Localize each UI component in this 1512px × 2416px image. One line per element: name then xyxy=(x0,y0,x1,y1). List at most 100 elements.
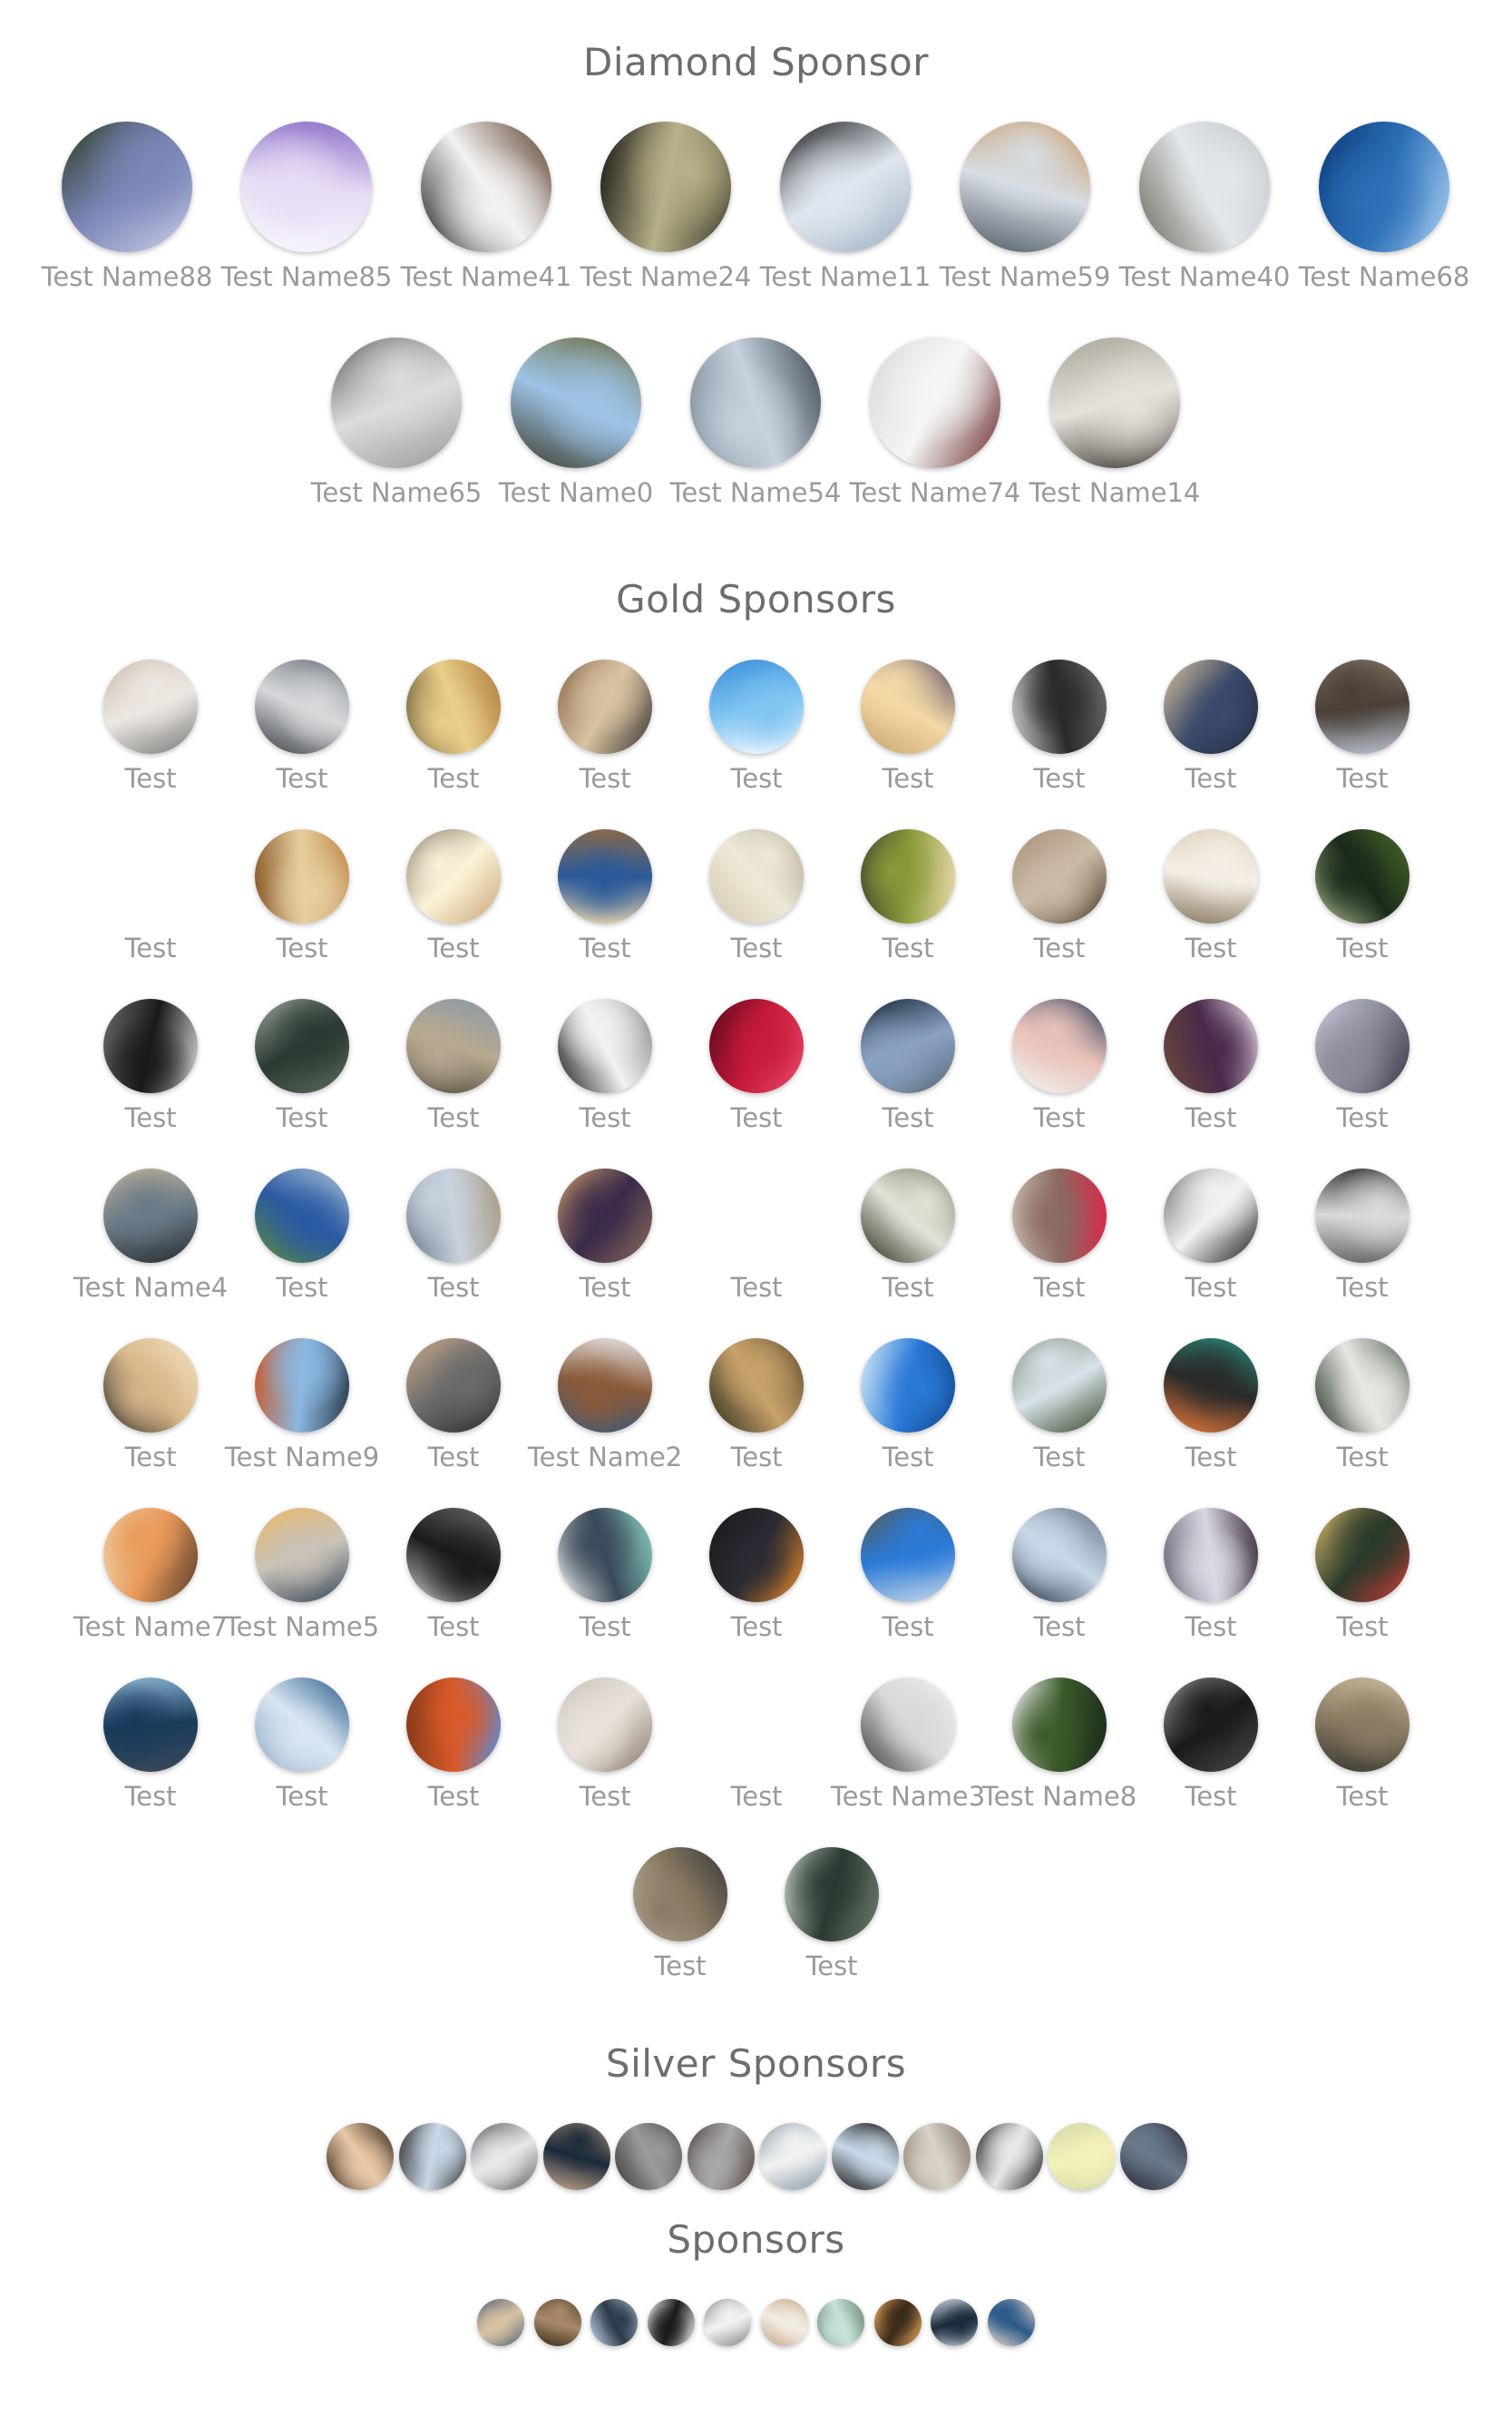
diamond-sponsor[interactable]: Test Name11 xyxy=(756,122,934,292)
small-sponsor[interactable] xyxy=(704,2299,751,2346)
gold-sponsor[interactable]: Test xyxy=(605,1847,756,1981)
small-sponsor[interactable] xyxy=(533,2299,581,2346)
gold-sponsor[interactable]: Test xyxy=(378,1338,529,1472)
silver-sponsor[interactable] xyxy=(615,2123,682,2190)
diamond-sponsor[interactable]: Test Name40 xyxy=(1116,122,1293,292)
gold-sponsor[interactable]: Test Name3 xyxy=(831,1678,985,1812)
gold-sponsor[interactable]: Test xyxy=(227,829,377,963)
gold-sponsor[interactable]: Test xyxy=(75,1338,226,1472)
gold-sponsor[interactable]: Test Name8 xyxy=(982,1678,1136,1812)
gold-sponsor[interactable]: Test xyxy=(75,1678,226,1812)
gold-sponsor[interactable]: Test xyxy=(378,1678,529,1812)
small-sponsor[interactable] xyxy=(931,2299,978,2346)
gold-sponsor[interactable]: Test xyxy=(1287,660,1438,794)
gold-sponsor[interactable]: Test xyxy=(681,1338,832,1472)
gold-sponsor[interactable]: Test xyxy=(833,999,983,1133)
gold-sponsor[interactable]: Test xyxy=(378,999,529,1133)
gold-sponsor[interactable]: Test xyxy=(227,1169,377,1303)
small-sponsor[interactable] xyxy=(817,2299,864,2346)
small-sponsor[interactable] xyxy=(760,2299,808,2346)
gold-sponsor[interactable]: Test xyxy=(681,1169,832,1303)
gold-sponsor[interactable]: Test Name4 xyxy=(73,1169,228,1303)
gold-sponsor[interactable]: Test xyxy=(833,660,983,794)
gold-sponsor[interactable]: Test xyxy=(530,999,680,1133)
diamond-sponsor[interactable]: Test Name65 xyxy=(307,337,485,508)
gold-sponsor[interactable]: Test xyxy=(530,660,680,794)
gold-sponsor[interactable]: Test xyxy=(75,829,226,963)
diamond-sponsor[interactable]: Test Name14 xyxy=(1026,337,1204,508)
diamond-sponsor[interactable]: Test Name0 xyxy=(487,337,665,508)
small-sponsor[interactable] xyxy=(987,2299,1035,2346)
silver-sponsor[interactable] xyxy=(831,2123,899,2190)
gold-sponsor[interactable]: Test xyxy=(530,1169,680,1303)
gold-sponsor[interactable]: Test xyxy=(756,1847,907,1981)
gold-sponsor[interactable]: Test xyxy=(1287,999,1438,1133)
gold-sponsor[interactable]: Test xyxy=(378,1169,529,1303)
diamond-sponsor[interactable]: Test Name54 xyxy=(667,337,844,508)
diamond-sponsor[interactable]: Test Name85 xyxy=(218,122,395,292)
silver-sponsor[interactable] xyxy=(398,2123,466,2190)
small-sponsor[interactable] xyxy=(873,2299,922,2346)
gold-sponsor[interactable]: Test xyxy=(984,829,1135,963)
gold-sponsor[interactable]: Test xyxy=(833,829,983,963)
gold-sponsor[interactable]: Test xyxy=(227,1678,377,1812)
gold-sponsor[interactable]: Test Name5 xyxy=(225,1508,379,1642)
small-sponsor[interactable] xyxy=(590,2299,638,2346)
gold-sponsor[interactable]: Test xyxy=(1136,829,1286,963)
diamond-sponsor[interactable]: Test Name68 xyxy=(1295,122,1473,292)
small-sponsor[interactable] xyxy=(647,2299,695,2346)
gold-sponsor[interactable]: Test xyxy=(681,999,832,1133)
gold-sponsor[interactable]: Test xyxy=(984,660,1135,794)
gold-sponsor[interactable]: Test xyxy=(378,829,529,963)
diamond-sponsor[interactable]: Test Name24 xyxy=(577,122,755,292)
gold-sponsor[interactable]: Test xyxy=(1287,1338,1438,1472)
silver-sponsor[interactable] xyxy=(542,2123,610,2190)
gold-sponsor[interactable]: Test xyxy=(75,660,226,794)
gold-sponsor[interactable]: Test xyxy=(1287,1508,1438,1642)
gold-sponsor[interactable]: Test xyxy=(984,999,1135,1133)
silver-sponsor[interactable] xyxy=(327,2123,394,2190)
silver-sponsor[interactable] xyxy=(903,2123,971,2190)
gold-sponsor[interactable]: Test xyxy=(227,999,377,1133)
diamond-sponsor[interactable]: Test Name59 xyxy=(936,122,1114,292)
gold-sponsor[interactable]: Test xyxy=(1287,1169,1438,1303)
gold-sponsor[interactable]: Test xyxy=(984,1508,1135,1642)
gold-sponsor[interactable]: Test xyxy=(1136,1338,1286,1472)
gold-sponsor[interactable]: Test xyxy=(378,1508,529,1642)
gold-sponsor[interactable]: Test xyxy=(833,1169,983,1303)
gold-sponsor[interactable]: Test xyxy=(984,1338,1135,1472)
gold-sponsor[interactable]: Test xyxy=(833,1508,983,1642)
gold-sponsor[interactable]: Test xyxy=(75,999,226,1133)
gold-sponsor[interactable]: Test xyxy=(833,1338,983,1472)
silver-sponsor[interactable] xyxy=(1119,2123,1187,2190)
small-sponsor[interactable] xyxy=(477,2299,524,2346)
gold-sponsor[interactable]: Test xyxy=(227,660,377,794)
gold-sponsor[interactable]: Test xyxy=(1136,999,1286,1133)
silver-sponsor[interactable] xyxy=(975,2123,1043,2190)
gold-sponsor[interactable]: Test xyxy=(1136,660,1286,794)
gold-sponsor[interactable]: Test xyxy=(530,829,680,963)
gold-sponsor[interactable]: Test xyxy=(681,1508,832,1642)
gold-sponsor[interactable]: Test xyxy=(1287,829,1438,963)
gold-sponsor[interactable]: Test xyxy=(1136,1508,1286,1642)
silver-sponsor[interactable] xyxy=(687,2123,755,2190)
silver-sponsor[interactable] xyxy=(471,2123,538,2190)
gold-sponsor[interactable]: Test xyxy=(681,1678,832,1812)
gold-sponsor[interactable]: Test Name2 xyxy=(528,1338,682,1472)
diamond-sponsor[interactable]: Test Name88 xyxy=(38,122,216,292)
diamond-sponsor[interactable]: Test Name41 xyxy=(397,122,575,292)
gold-sponsor[interactable]: Test Name9 xyxy=(225,1338,379,1472)
gold-sponsor[interactable]: Test xyxy=(530,1678,680,1812)
gold-sponsor[interactable]: Test xyxy=(681,829,832,963)
gold-sponsor[interactable]: Test Name7 xyxy=(73,1508,228,1642)
gold-sponsor[interactable]: Test xyxy=(1136,1169,1286,1303)
gold-sponsor[interactable]: Test xyxy=(378,660,529,794)
gold-sponsor[interactable]: Test xyxy=(984,1169,1135,1303)
gold-sponsor[interactable]: Test xyxy=(681,660,832,794)
diamond-sponsor[interactable]: Test Name74 xyxy=(846,337,1024,508)
gold-sponsor[interactable]: Test xyxy=(1287,1678,1438,1812)
gold-sponsor[interactable]: Test xyxy=(530,1508,680,1642)
silver-sponsor[interactable] xyxy=(1048,2123,1115,2190)
silver-sponsor[interactable] xyxy=(759,2123,826,2190)
gold-sponsor[interactable]: Test xyxy=(1136,1678,1286,1812)
